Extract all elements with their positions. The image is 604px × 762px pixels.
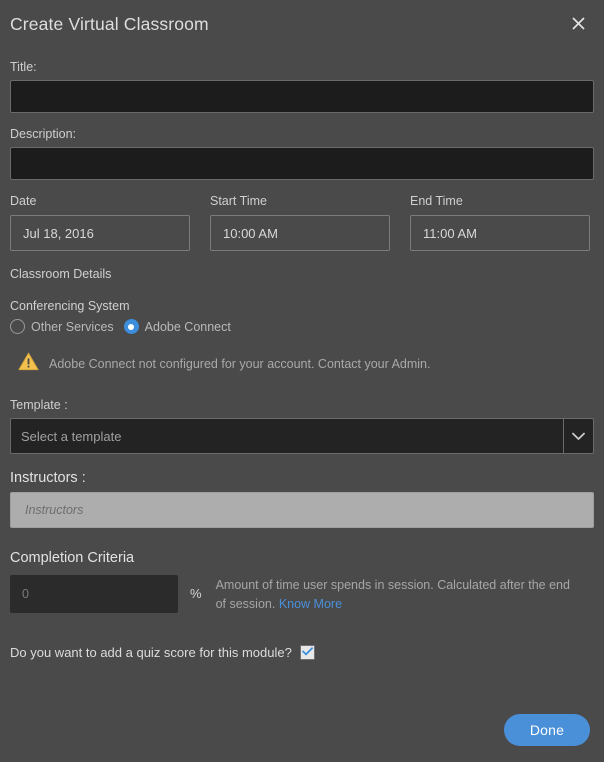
- date-label: Date: [10, 194, 190, 209]
- end-time-input[interactable]: [410, 215, 590, 251]
- template-selected-value: Select a template: [11, 429, 563, 444]
- template-label: Template :: [10, 398, 594, 413]
- end-time-label: End Time: [410, 194, 590, 209]
- start-time-label: Start Time: [210, 194, 390, 209]
- instructors-input[interactable]: [10, 492, 594, 528]
- dialog-header: Create Virtual Classroom: [0, 0, 604, 48]
- dialog-body: Title: Description: Date Start Time End …: [0, 48, 604, 660]
- description-field-block: Description:: [10, 127, 594, 180]
- description-label: Description:: [10, 127, 594, 142]
- completion-help-sentence: Amount of time user spends in session. C…: [216, 578, 570, 611]
- percent-symbol: %: [190, 586, 202, 601]
- start-time-field-block: Start Time: [210, 194, 390, 251]
- date-field-block: Date: [10, 194, 190, 251]
- know-more-link[interactable]: Know More: [279, 597, 342, 611]
- template-select[interactable]: Select a template: [10, 418, 594, 454]
- date-input[interactable]: [10, 215, 190, 251]
- close-button[interactable]: [565, 10, 591, 36]
- warning-text: Adobe Connect not configured for your ac…: [49, 357, 430, 371]
- radio-circle-selected-icon: [124, 319, 139, 334]
- warning-message: Adobe Connect not configured for your ac…: [18, 352, 594, 376]
- completion-help-text: Amount of time user spends in session. C…: [216, 575, 576, 615]
- chevron-down-icon[interactable]: [563, 419, 593, 453]
- conferencing-system-label: Conferencing System: [10, 299, 594, 313]
- classroom-details-heading: Classroom Details: [10, 267, 594, 281]
- quiz-score-row: Do you want to add a quiz score for this…: [10, 645, 594, 660]
- warning-triangle-icon: [18, 352, 39, 376]
- radio-option-adobe-connect[interactable]: Adobe Connect: [124, 319, 231, 334]
- radio-circle-icon: [10, 319, 25, 334]
- close-icon: [571, 16, 586, 31]
- end-time-field-block: End Time: [410, 194, 590, 251]
- title-field-block: Title:: [10, 60, 594, 113]
- title-input[interactable]: [10, 80, 594, 113]
- conferencing-system-radio-group: Other Services Adobe Connect: [10, 319, 594, 334]
- title-label: Title:: [10, 60, 594, 75]
- done-button[interactable]: Done: [504, 714, 590, 746]
- completion-criteria-heading: Completion Criteria: [10, 550, 594, 566]
- description-input[interactable]: [10, 147, 594, 180]
- page-title: Create Virtual Classroom: [10, 14, 209, 34]
- quiz-score-label: Do you want to add a quiz score for this…: [10, 645, 292, 660]
- datetime-row: Date Start Time End Time: [10, 194, 594, 251]
- quiz-score-checkbox[interactable]: [300, 645, 315, 660]
- radio-option-other-services[interactable]: Other Services: [10, 319, 114, 334]
- dialog-footer: Done: [0, 698, 604, 762]
- completion-criteria-row: % Amount of time user spends in session.…: [10, 575, 594, 615]
- checkmark-icon: [302, 643, 313, 661]
- radio-label-adobe-connect: Adobe Connect: [145, 320, 231, 334]
- completion-percent-input[interactable]: [10, 575, 178, 613]
- instructors-label: Instructors :: [10, 470, 594, 486]
- radio-label-other-services: Other Services: [31, 320, 114, 334]
- start-time-input[interactable]: [210, 215, 390, 251]
